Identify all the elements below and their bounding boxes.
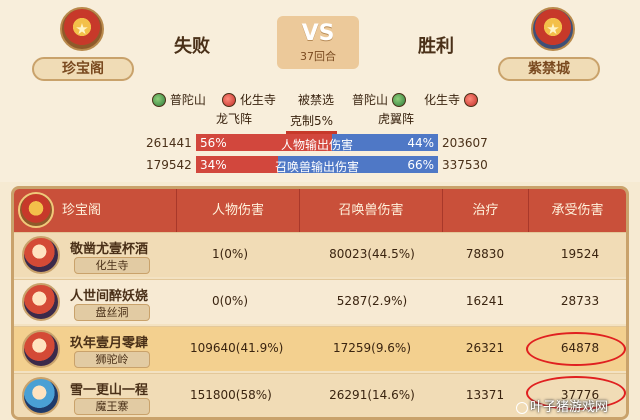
- pet-damage: 26291(14.6%): [329, 388, 415, 402]
- round-count: 37回合: [300, 50, 336, 63]
- right-formation: 虎翼阵: [378, 112, 415, 126]
- stat-left-value: 179542: [146, 158, 192, 172]
- player-name: 雪一更山一程: [70, 383, 149, 398]
- player-school: 盘丝洞: [74, 304, 150, 321]
- vs-label: VS: [301, 21, 335, 46]
- stat-bar: 56% 人物输出伤害 44%: [196, 134, 438, 152]
- stat-right-pct: 44%: [407, 136, 434, 150]
- table-header: 珍宝阁 人物伤害 召唤兽伤害 治疗 承受伤害: [14, 189, 626, 232]
- highlight-circle: [526, 332, 626, 366]
- putuo-icon: [391, 92, 406, 107]
- damage-taken: 19524: [560, 247, 600, 261]
- battle-summary: ★ 珍宝阁 失败 VS 37回合 胜利 ★ 紫禁城 普陀山 化生寺 被禁选 普陀…: [0, 0, 640, 182]
- stat-right-value: 203607: [442, 136, 488, 150]
- putuo-icon: [152, 92, 166, 107]
- table-row[interactable]: 玖年壹月零肆 狮驼岭 109640(41.9%) 17259(9.6%) 263…: [14, 326, 626, 371]
- player-avatar: [22, 330, 60, 368]
- player-name: 玖年壹月零肆: [70, 336, 149, 351]
- player-avatar: [22, 377, 60, 415]
- header-team: 珍宝阁: [62, 203, 102, 218]
- stat-right-value: 337530: [442, 158, 488, 172]
- player-school: 魔王寨: [74, 398, 150, 415]
- header-pet-damage: 召唤兽伤害: [338, 203, 404, 218]
- huasheng-icon: [463, 92, 478, 107]
- left-result: 失败: [174, 36, 210, 57]
- char-damage: 0(0%): [211, 294, 249, 308]
- watermark: 叶子猪游戏网: [516, 396, 608, 415]
- char-damage: 151800(58%): [190, 388, 272, 402]
- huasheng-icon: [222, 92, 236, 107]
- heal: 16241: [465, 294, 505, 308]
- table-row[interactable]: 人世间醉妖娆 盘丝洞 0(0%) 5287(2.9%) 16241 28733: [14, 279, 626, 324]
- char-damage: 109640(41.9%): [190, 341, 284, 355]
- header-taken: 承受伤害: [551, 203, 604, 218]
- player-school: 化生寺: [74, 257, 150, 274]
- heal: 78830: [465, 247, 505, 261]
- left-school-2: 化生寺: [222, 91, 276, 108]
- header-heal: 治疗: [472, 203, 499, 218]
- right-school-1: 普陀山: [352, 91, 406, 108]
- char-damage: 1(0%): [211, 247, 249, 261]
- player-school: 狮驼岭: [74, 351, 150, 368]
- stat-left-value: 261441: [146, 136, 192, 150]
- right-school-2: 化生寺: [424, 91, 478, 108]
- pet-damage: 80023(44.5%): [329, 247, 415, 261]
- watermark-logo-icon: [516, 401, 528, 414]
- banned-label: 被禁选: [298, 93, 335, 107]
- player-name: 人世间醉妖娆: [70, 289, 149, 304]
- stat-char-damage: 261441 56% 人物输出伤害 44% 203607: [0, 134, 640, 152]
- table-row[interactable]: 敬凿尤壹杯酒 化生寺 1(0%) 80023(44.5%) 78830 1952…: [14, 232, 626, 277]
- pet-damage: 17259(9.6%): [332, 341, 412, 355]
- stat-right-pct: 66%: [407, 158, 434, 172]
- right-team-name: 紫禁城: [498, 57, 600, 81]
- stat-pet-damage: 179542 34% 召唤兽输出伤害 66% 337530: [0, 156, 640, 174]
- player-name: 敬凿尤壹杯酒: [70, 242, 149, 257]
- stat-bar: 34% 召唤兽输出伤害 66%: [196, 156, 438, 174]
- vs-box: VS 37回合: [277, 16, 359, 69]
- pet-damage: 5287(2.9%): [336, 294, 408, 308]
- team-emblem-icon: [18, 192, 54, 228]
- stat-label: 人物输出伤害: [280, 138, 353, 152]
- player-avatar: [22, 236, 60, 274]
- heal: 26321: [465, 341, 505, 355]
- player-avatar: [22, 283, 60, 321]
- counter-bonus: 克制5%: [286, 112, 338, 134]
- stat-label: 召唤兽输出伤害: [274, 160, 359, 174]
- right-team-emblem-icon: ★: [531, 7, 575, 51]
- damage-taken: 28733: [560, 294, 600, 308]
- left-team-emblem-icon: ★: [60, 7, 104, 51]
- team-stats-table: 珍宝阁 人物伤害 召唤兽伤害 治疗 承受伤害 敬凿尤壹杯酒 化生寺 1(0%) …: [11, 186, 629, 420]
- right-result: 胜利: [418, 36, 454, 57]
- left-team-name: 珍宝阁: [32, 57, 134, 81]
- left-formation: 龙飞阵: [216, 112, 253, 126]
- left-school-1: 普陀山: [152, 91, 206, 108]
- header-char-damage: 人物伤害: [211, 203, 264, 218]
- heal: 13371: [465, 388, 505, 402]
